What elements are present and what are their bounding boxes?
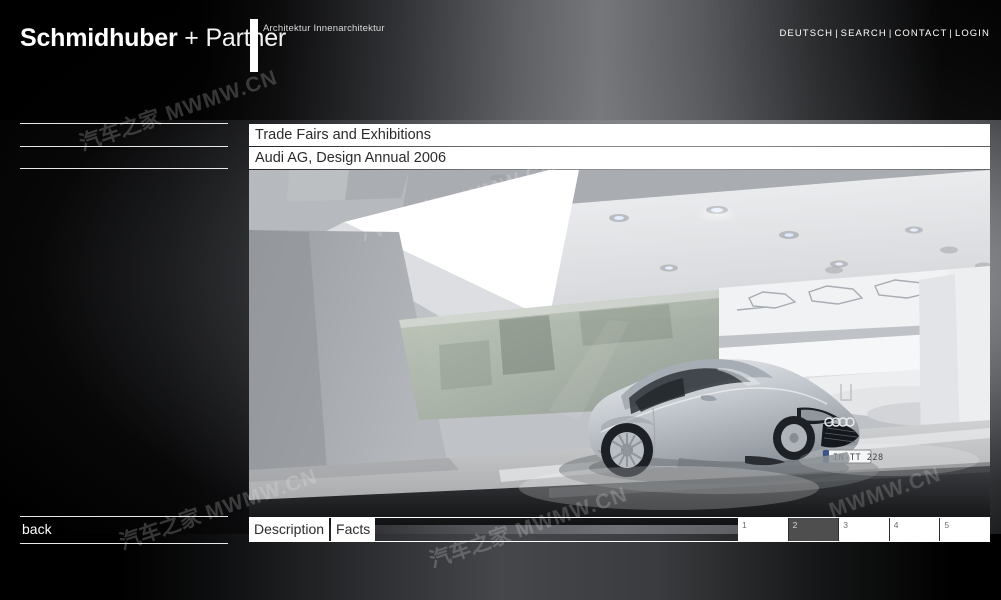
back-rule-bottom (20, 543, 228, 544)
nav-item-contact[interactable]: CONTACT (894, 28, 947, 39)
tab-description[interactable]: Description (249, 518, 330, 541)
project-title: Audi AG, Design Annual 2006 (249, 147, 990, 169)
logo-bold-text: Schmidhuber (20, 24, 178, 52)
photo-artwork: IN-TT 228 (249, 170, 990, 525)
pager-page-3[interactable]: 3 (838, 518, 889, 541)
sidebar-rule-2 (20, 146, 228, 147)
site-logo[interactable]: Schmidhuber + Partner (20, 24, 286, 53)
content-bottom-bar: Description Facts 1 2 3 4 5 (249, 517, 990, 542)
page-root: Schmidhuber + Partner Architektur Innena… (0, 0, 1001, 600)
project-photo: IN-TT 228 (249, 170, 990, 525)
pager-page-5[interactable]: 5 (939, 518, 990, 541)
background-top-gradient (0, 0, 1001, 120)
tab-facts[interactable]: Facts (331, 518, 376, 541)
nav-separator: | (835, 28, 839, 39)
subtitle-accent-bar (250, 19, 258, 72)
back-link[interactable]: back (22, 521, 52, 537)
sidebar-rule-1 (20, 123, 228, 124)
sidebar-rule-3 (20, 168, 228, 169)
pager-page-4[interactable]: 4 (888, 518, 940, 541)
nav-item-login[interactable]: LOGIN (955, 28, 990, 39)
content-tabs: Description Facts (249, 518, 376, 541)
nav-item-deutsch[interactable]: DEUTSCH (779, 28, 833, 39)
pager-page-2[interactable]: 2 (787, 518, 839, 541)
image-pagination: 1 2 3 4 5 (738, 518, 990, 541)
nav-item-search[interactable]: SEARCH (841, 28, 887, 39)
nav-separator: | (949, 28, 953, 39)
category-title: Trade Fairs and Exhibitions (249, 124, 990, 146)
top-navigation: DEUTSCH | SEARCH | CONTACT | LOGIN (779, 28, 990, 39)
back-rule-top (20, 516, 228, 517)
pager-page-1[interactable]: 1 (738, 518, 788, 541)
site-subtitle: Architektur Innenarchitektur (263, 23, 385, 34)
